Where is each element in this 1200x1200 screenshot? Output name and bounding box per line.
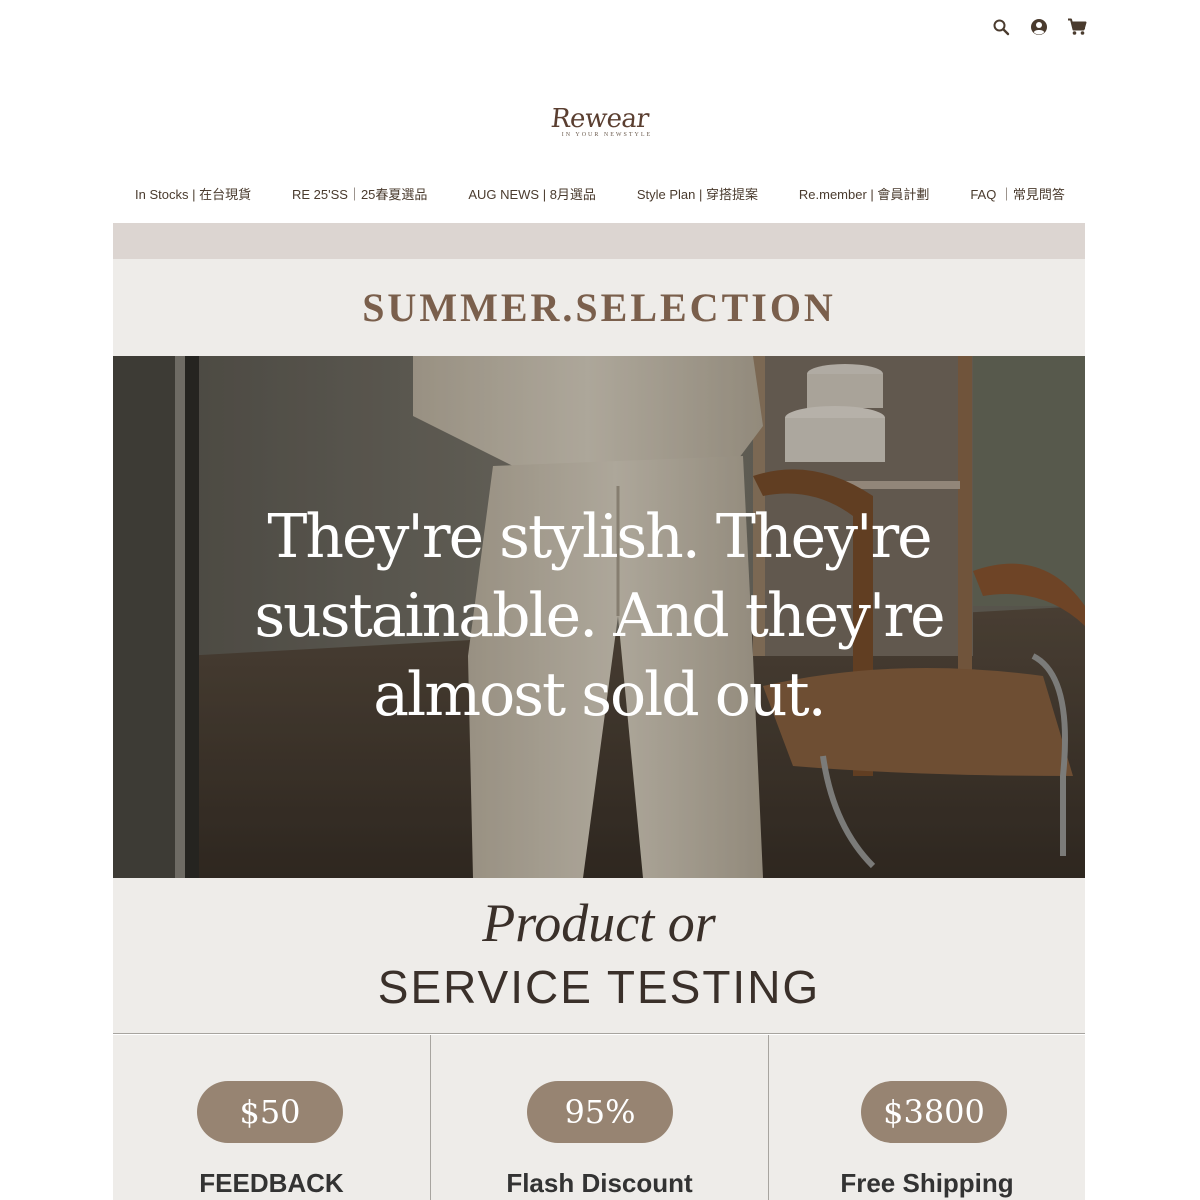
- header-icons: [990, 16, 1088, 38]
- nav-item-style-plan[interactable]: Style Plan | 穿搭提案: [637, 184, 758, 203]
- brand-logo[interactable]: Rewear IN YOUR NEWSTYLE: [0, 104, 1200, 138]
- testing-title-line1: Product or: [482, 893, 716, 953]
- hero-banner[interactable]: They're stylish. They're sustainable. An…: [113, 356, 1085, 878]
- cart-icon[interactable]: [1066, 16, 1088, 38]
- account-icon[interactable]: [1028, 16, 1050, 38]
- offer-cards: $50 FEEDBACK 95% Flash Discount $3800 Fr…: [113, 1035, 1085, 1200]
- offer-label: Free Shipping: [840, 1168, 1014, 1198]
- main-nav: In Stocks | 在台現貨 RE 25'SS｜25春夏選品 AUG NEW…: [135, 184, 1065, 203]
- offer-label: FEEDBACK: [199, 1168, 344, 1198]
- offer-label: Flash Discount: [506, 1168, 693, 1198]
- hero-headline-line: sustainable. And they're: [254, 581, 945, 651]
- hero-headline: They're stylish. They're sustainable. An…: [113, 498, 1085, 735]
- nav-item-aug-news[interactable]: AUG NEWS | 8月選品: [468, 184, 596, 203]
- nav-item-faq[interactable]: FAQ ｜常見問答: [970, 184, 1065, 203]
- top-band: [113, 223, 1085, 259]
- section-header: SUMMER.SELECTION: [113, 259, 1085, 356]
- offer-card-flash-discount: 95% Flash Discount: [430, 1035, 768, 1200]
- offer-value-pill[interactable]: 95%: [527, 1081, 673, 1143]
- testing-title-line2: SERVICE TESTING: [377, 961, 821, 1013]
- brand-name: Rewear: [549, 104, 651, 134]
- search-icon[interactable]: [990, 16, 1012, 38]
- hero-headline-line: They're stylish. They're: [267, 502, 932, 572]
- offer-value-pill[interactable]: $50: [197, 1081, 343, 1143]
- hero-headline-line: almost sold out.: [373, 660, 827, 730]
- nav-item-re-member[interactable]: Re.member | 會員計劃: [799, 184, 930, 203]
- nav-item-in-stocks[interactable]: In Stocks | 在台現貨: [135, 184, 251, 203]
- offer-card-feedback: $50 FEEDBACK: [113, 1035, 430, 1200]
- section-title: SUMMER.SELECTION: [362, 285, 836, 330]
- nav-item-re-25ss[interactable]: RE 25'SS｜25春夏選品: [292, 184, 427, 203]
- offer-value-pill[interactable]: $3800: [861, 1081, 1007, 1143]
- offer-card-free-shipping: $3800 Free Shipping: [768, 1035, 1085, 1200]
- testing-section-header: Product or SERVICE TESTING: [113, 878, 1085, 1034]
